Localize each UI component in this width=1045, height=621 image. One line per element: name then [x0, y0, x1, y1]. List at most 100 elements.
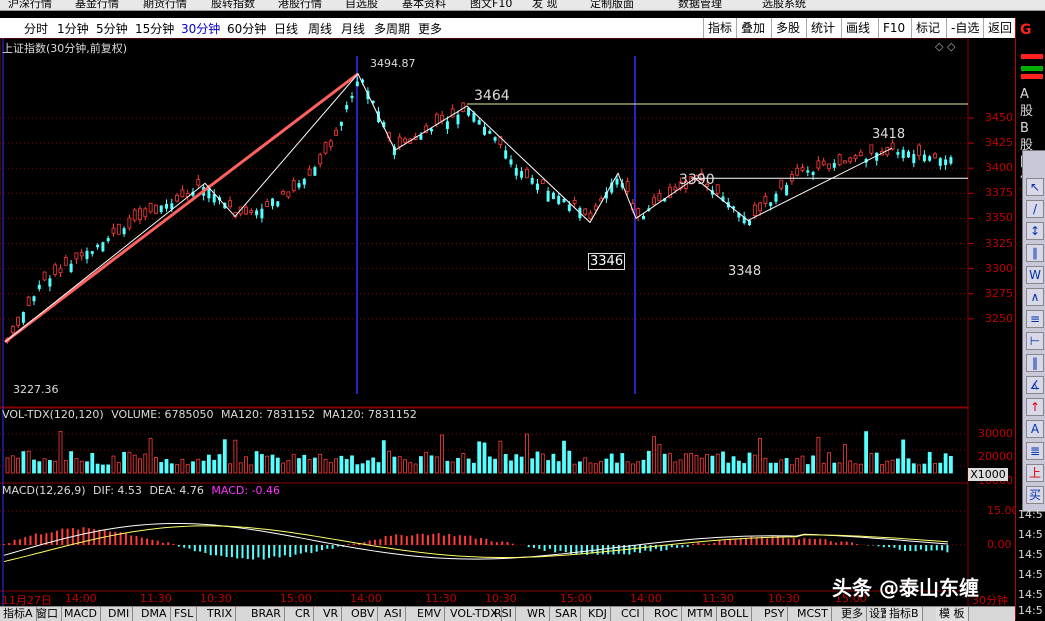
indicator-tab[interactable]: OBV — [348, 607, 379, 621]
toolbar-button[interactable]: 叠加 — [736, 18, 769, 38]
period-6[interactable]: 日线 — [274, 20, 298, 37]
top-menu-item[interactable]: 自选股 — [345, 0, 378, 10]
volume-tick: 30000 — [978, 427, 1013, 440]
ray-tool-icon[interactable]: ↕ — [1026, 222, 1044, 240]
top-menu-item[interactable]: 港股行情 — [278, 0, 322, 10]
zigzag-tool-icon[interactable]: ∧ — [1026, 288, 1044, 306]
indicator-tab[interactable]: ASI — [381, 607, 406, 621]
time-tick: 15:00 — [560, 592, 592, 605]
indicator-tab[interactable]: RSI — [491, 607, 516, 621]
indicator-tab[interactable]: MCST — [794, 607, 832, 621]
time-tick: 14:00 — [630, 592, 662, 605]
indicator-tab[interactable]: CCI — [618, 607, 644, 621]
time-tick: 11:30 — [140, 592, 172, 605]
top-menu-item[interactable]: 选股系统 — [762, 0, 806, 10]
up-mark-tool-icon[interactable]: 上 — [1026, 464, 1044, 482]
indicator-tab[interactable]: VR — [320, 607, 343, 621]
indicator-tab[interactable]: BRAR — [248, 607, 285, 621]
toolbar-button[interactable]: 多股 — [771, 18, 804, 38]
toolbar-button[interactable]: 指标 — [703, 18, 736, 38]
parallel-tool-icon[interactable]: ∥ — [1026, 244, 1044, 262]
toolbar-button[interactable]: 标记 — [911, 18, 944, 38]
toolbar-button[interactable]: 画线 — [841, 18, 874, 38]
time-tick: 14:00 — [65, 592, 97, 605]
indicator-tab[interactable]: DMA — [138, 607, 171, 621]
price-tick: 3400 — [985, 161, 1013, 175]
label-3346: 3346 — [588, 253, 626, 270]
wave-tool-icon[interactable]: W — [1026, 266, 1044, 284]
indicator-tab[interactable]: BOLL — [717, 607, 753, 621]
period-7[interactable]: 周线 — [308, 20, 332, 37]
period-10[interactable]: 更多 — [418, 20, 442, 37]
line-tool-icon[interactable]: / — [1026, 200, 1044, 218]
indicator-tab[interactable]: TRIX — [204, 607, 237, 621]
macd-dif: DIF: 4.53 — [93, 484, 142, 497]
toolbar-button[interactable]: -自选 — [946, 18, 983, 38]
indicator-tab[interactable]: EMV — [414, 607, 445, 621]
text-tool-icon[interactable]: A — [1026, 420, 1044, 438]
range-tool-icon[interactable]: ⊢ — [1026, 332, 1044, 350]
period-9[interactable]: 多周期 — [374, 20, 410, 37]
channel-tool-icon[interactable]: ≡ — [1026, 310, 1044, 328]
indicator-tab[interactable]: 更多 — [838, 607, 867, 621]
volume-tick: 20000 — [978, 450, 1013, 463]
note-tool-icon[interactable]: ≣ — [1026, 442, 1044, 460]
toolbar-button[interactable]: 返回 — [983, 18, 1016, 38]
period-0[interactable]: 分时 — [24, 20, 48, 37]
price-tick: 3425 — [985, 136, 1013, 150]
indicator-tab[interactable]: ROC — [651, 607, 682, 621]
chart-canvas[interactable] — [0, 38, 1015, 606]
indicator-tab[interactable]: 窗口 — [33, 607, 62, 621]
indicator-tab[interactable]: KDJ — [585, 607, 611, 621]
price-tick: 3450 — [985, 111, 1013, 124]
period-toolbar: 分时 1分钟 5分钟 15分钟 30分钟 60分钟 日线 周线 月线 多周期 更多 指标 叠加 多股 统计画… — [0, 18, 1015, 38]
low-label: 3227.36 — [13, 383, 59, 396]
right-time-entry: 14:5 — [1018, 528, 1043, 541]
cursor-tool-icon[interactable]: ↖ — [1026, 178, 1044, 196]
volume-indicator-name: VOL-TDX(120,120) — [2, 408, 104, 421]
indicator-tab[interactable]: PSY — [761, 607, 789, 621]
buy-mark-tool-icon[interactable]: 买 — [1026, 486, 1044, 504]
indicator-tab[interactable]: DMI — [105, 607, 134, 621]
top-menu-item[interactable]: 图文F10 — [470, 0, 512, 10]
period-5[interactable]: 60分钟 — [227, 20, 266, 37]
period-1[interactable]: 1分钟 — [57, 20, 89, 37]
macd-header: MACD(12,26,9) DIF: 4.53 DEA: 4.76 MACD: … — [2, 484, 280, 497]
macd-value: MACD: -0.46 — [211, 484, 281, 497]
indicator-tab-right[interactable]: 指标B — [886, 607, 923, 621]
top-menu-item[interactable]: 期货行情 — [143, 0, 187, 10]
top-menu-item[interactable]: 基本资料 — [402, 0, 446, 10]
right-time-entry: 14:5 — [1018, 548, 1043, 561]
top-menu-item[interactable]: 发 现 — [532, 0, 558, 10]
volume-header: VOL-TDX(120,120) VOLUME: 6785050 MA120: … — [2, 408, 417, 421]
indicator-tab[interactable]: SAR — [552, 607, 582, 621]
toolbar-button[interactable]: F10 — [878, 18, 909, 38]
fan-tool-icon[interactable]: ∡ — [1026, 376, 1044, 394]
top-menu-item[interactable]: 股转指数 — [211, 0, 255, 10]
indicator-tab[interactable]: CR — [292, 607, 315, 621]
indicator-tab[interactable]: FSL — [171, 607, 198, 621]
macd-tick: 0.00 — [987, 538, 1012, 551]
period-4[interactable]: 30分钟 — [181, 20, 220, 37]
indicator-tab[interactable]: MACD — [61, 607, 101, 621]
chart-corner-icons[interactable]: ◇ ◇ — [935, 40, 955, 53]
top-menu-item[interactable]: 基金行情 — [75, 0, 119, 10]
gann-tool-icon[interactable]: ‖ — [1026, 354, 1044, 372]
top-menu-item[interactable]: 沪深行情 — [8, 0, 52, 10]
price-tick: 3375 — [985, 186, 1013, 200]
top-menu-item[interactable]: 数据管理 — [678, 0, 722, 10]
period-3[interactable]: 15分钟 — [135, 20, 174, 37]
period-2[interactable]: 5分钟 — [96, 20, 128, 37]
indicator-tab-right[interactable]: 模 板 — [936, 607, 969, 621]
up-arrow-tool-icon[interactable]: ↑ — [1026, 398, 1044, 416]
red-bar-1 — [1021, 54, 1043, 59]
top-menu-item[interactable]: 定制版面 — [590, 0, 634, 10]
indicator-tab[interactable]: 指标A — [0, 607, 37, 621]
indicator-tab[interactable]: MTM — [684, 607, 717, 621]
price-tick: 3300 — [985, 261, 1013, 275]
red-bar-2 — [1021, 74, 1043, 79]
period-8[interactable]: 月线 — [341, 20, 365, 37]
indicator-tab[interactable]: WR — [524, 607, 550, 621]
watermark-text: 头条 @泰山东缠 — [832, 576, 979, 600]
toolbar-button[interactable]: 统计 — [806, 18, 839, 38]
